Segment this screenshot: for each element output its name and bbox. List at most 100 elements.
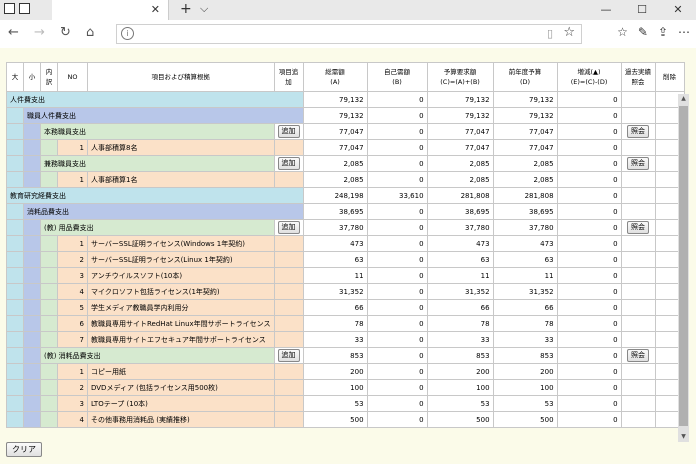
col-prev: 前年度予算 (D) [492,62,558,92]
indent-cell [23,251,41,268]
favorite-star-icon[interactable]: ☆ [563,25,575,40]
diff-cell: 0 [556,123,622,140]
indent-cell [40,395,58,412]
set-aside-tabs-icon[interactable] [4,3,15,14]
table-row: 本務職員支出 追加 77,047 0 77,047 77,047 0 照会 [6,123,685,140]
forward-icon[interactable]: → [34,25,45,40]
refresh-icon[interactable]: ↻ [60,25,71,40]
request-cell: 77,047 [426,123,494,140]
request-cell: 66 [426,299,494,316]
ref-button[interactable]: 照会 [627,157,650,170]
favorites-icon[interactable]: ☆ [617,25,628,39]
self-cell: 0 [366,171,428,188]
minimize-icon[interactable]: — [588,0,624,20]
total-cell: 31,352 [302,283,368,300]
clear-button[interactable]: クリア [6,442,42,457]
past-cell: 照会 [620,219,656,236]
indent-cell [6,331,24,348]
add-button[interactable]: 追加 [277,125,300,138]
self-cell: 0 [366,379,428,396]
indent-cell [6,251,24,268]
past-cell [620,107,656,124]
indent-cell [23,235,41,252]
add-button[interactable]: 追加 [277,157,300,170]
self-cell: 0 [366,395,428,412]
row-label: 人事部積算8名 [87,139,275,156]
diff-cell: 0 [556,91,622,108]
add-cell [273,331,304,348]
past-cell [620,235,656,252]
browser-tab[interactable]: ✕ [52,0,169,20]
diff-cell: 0 [556,155,622,172]
new-tab-icon[interactable]: + [180,1,192,17]
row-number: 4 [57,411,88,428]
scroll-thumb[interactable] [679,106,688,426]
diff-cell: 0 [556,299,622,316]
request-cell: 281,808 [426,187,494,204]
row-number: 2 [57,379,88,396]
prev-cell: 2,085 [492,155,558,172]
self-cell: 0 [366,251,428,268]
add-button[interactable]: 追加 [277,221,300,234]
request-cell: 37,780 [426,219,494,236]
col-self: 自己需額 (B) [366,62,428,92]
window-controls: — ☐ ✕ [588,0,696,20]
more-icon[interactable]: ⋯ [678,25,690,39]
add-cell [273,283,304,300]
back-icon[interactable]: ← [8,25,19,40]
maximize-icon[interactable]: ☐ [624,0,660,20]
add-cell [273,363,304,380]
past-cell [620,203,656,220]
diff-cell: 0 [556,379,622,396]
notes-icon[interactable]: ✎ [638,25,648,39]
past-cell [620,395,656,412]
table-row: 4 その他事務用消耗品 (実績推移) 500 0 500 500 0 [6,411,685,428]
reading-view-icon[interactable]: ▯ [547,27,553,40]
indent-cell [23,315,41,332]
scroll-up-icon[interactable]: ▲ [678,94,689,104]
prev-cell: 281,808 [492,187,558,204]
add-cell [273,299,304,316]
indent-cell [23,411,41,428]
table-row: 兼務職員支出 追加 2,085 0 2,085 2,085 0 照会 [6,155,685,172]
indent-cell [40,331,58,348]
vertical-scrollbar[interactable]: ▲ ▼ [678,94,689,442]
indent-cell [6,171,24,188]
table-row: 1 人事部積算8名 77,047 0 77,047 77,047 0 [6,139,685,156]
tab-list-icon[interactable]: ⌵ [200,2,208,16]
ref-button[interactable]: 照会 [627,221,650,234]
close-window-icon[interactable]: ✕ [660,0,696,20]
total-cell: 2,085 [302,155,368,172]
total-cell: 11 [302,267,368,284]
indent-cell [40,411,58,428]
indent-cell [6,139,24,156]
home-icon[interactable]: ⌂ [86,25,94,40]
share-icon[interactable]: ⇪ [658,25,668,39]
url-input[interactable]: i ▯ ☆ [116,24,582,44]
col-add: 項目追加 [273,62,304,92]
self-cell: 0 [366,155,428,172]
indent-cell [23,347,41,364]
prev-cell: 100 [492,379,558,396]
total-cell: 2,085 [302,171,368,188]
diff-cell: 0 [556,315,622,332]
scroll-down-icon[interactable]: ▼ [678,432,689,442]
col-dai: 大 [6,62,24,92]
ref-button[interactable]: 照会 [627,349,650,362]
add-cell: 追加 [273,347,304,364]
indent-cell [6,219,24,236]
tab-preview-icon[interactable] [19,3,30,14]
request-cell: 200 [426,363,494,380]
row-label: 教職員専用サイトRedHat Linux年間サポートライセンス [87,315,275,332]
site-info-icon[interactable]: i [121,27,134,40]
add-button[interactable]: 追加 [277,349,300,362]
request-cell: 2,085 [426,171,494,188]
ref-button[interactable]: 照会 [627,125,650,138]
self-cell: 0 [366,283,428,300]
add-cell: 追加 [273,123,304,140]
prev-cell: 11 [492,267,558,284]
table-row: (教) 消耗品費支出 追加 853 0 853 853 0 照会 [6,347,685,364]
total-cell: 853 [302,347,368,364]
close-tab-icon[interactable]: ✕ [151,3,160,16]
col-past: 過去実績照会 [620,62,656,92]
